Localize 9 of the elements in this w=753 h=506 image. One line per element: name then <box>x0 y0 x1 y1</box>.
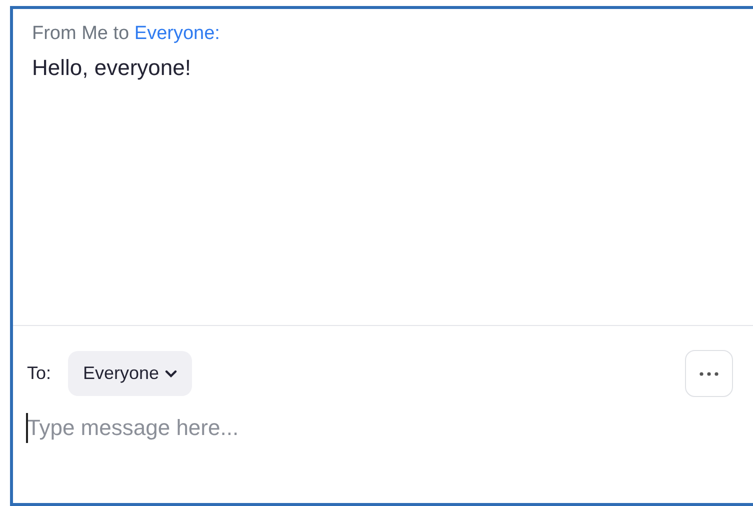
recipient-link[interactable]: Everyone: <box>134 23 220 44</box>
to-label: To: <box>27 362 52 385</box>
more-button[interactable] <box>685 350 733 397</box>
recipient-dropdown[interactable]: Everyone <box>68 351 192 396</box>
more-icon <box>699 372 719 376</box>
chevron-down-icon <box>165 370 178 378</box>
message-text: Hello, everyone! <box>32 54 192 82</box>
sender-label: From Me to <box>32 23 130 44</box>
message-input[interactable]: Type message here... <box>27 409 727 447</box>
